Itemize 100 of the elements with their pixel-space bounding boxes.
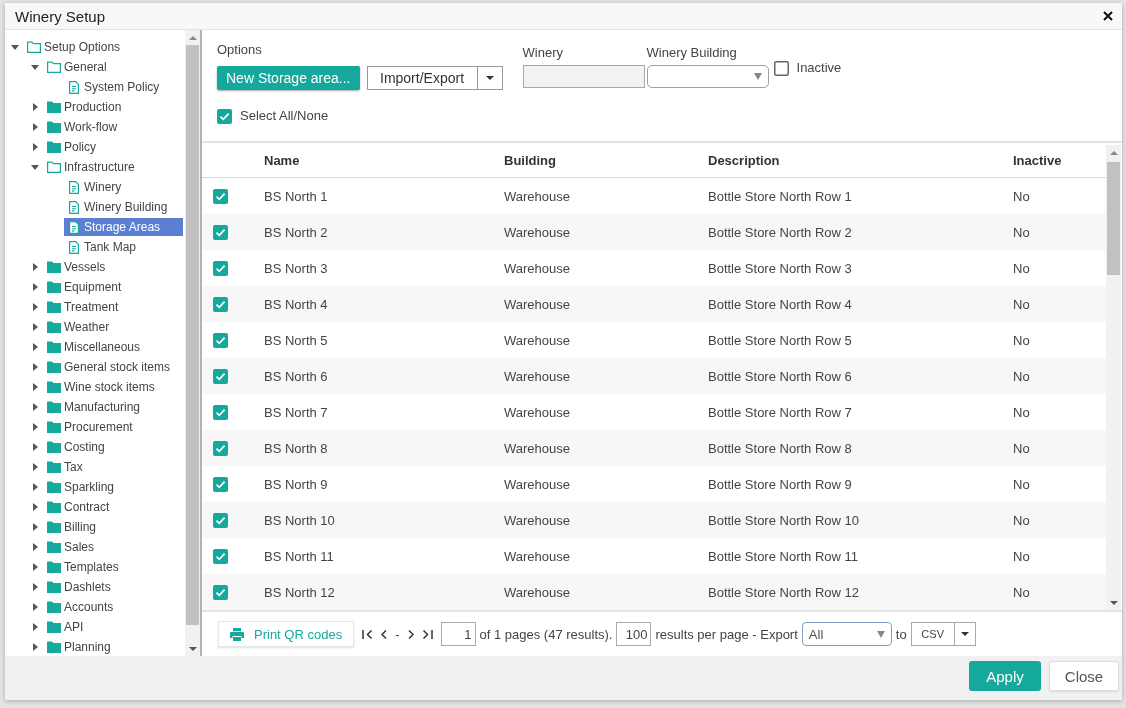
tree-item[interactable]: Contract — [44, 498, 183, 516]
export-scope-select[interactable]: All — [801, 622, 892, 646]
caret-right-icon[interactable] — [32, 603, 38, 611]
scroll-down-icon[interactable] — [188, 646, 197, 651]
tree-item[interactable]: Storage Areas — [64, 218, 183, 236]
checkbox[interactable] — [213, 548, 228, 564]
column-header[interactable]: Description — [708, 152, 780, 168]
tree-item[interactable]: Manufacturing — [44, 398, 183, 416]
next-page-icon[interactable] — [407, 628, 414, 640]
tree-item[interactable]: Vessels — [44, 258, 183, 276]
tree-item[interactable]: Miscellaneous — [44, 338, 183, 356]
tree-item[interactable]: Equipment — [44, 278, 183, 296]
caret-right-icon[interactable] — [32, 483, 38, 491]
caret-right-icon[interactable] — [32, 443, 38, 451]
tree-item[interactable]: Tank Map — [64, 238, 183, 256]
tree-item[interactable]: Production — [44, 98, 183, 116]
first-page-icon[interactable] — [362, 628, 374, 640]
tree-item[interactable]: Costing — [44, 438, 183, 456]
winery-building-select[interactable] — [646, 65, 769, 88]
close-icon[interactable] — [1103, 11, 1113, 21]
tree-item[interactable]: Sparkling — [44, 478, 183, 496]
caret-right-icon[interactable] — [32, 303, 38, 311]
tree-item[interactable]: Treatment — [44, 298, 183, 316]
table-cell: Bottle Store North Row 2 — [708, 224, 852, 240]
caret-right-icon[interactable] — [32, 323, 38, 331]
tree-item[interactable]: Infrastructure — [44, 158, 183, 176]
close-button[interactable]: Close — [1049, 661, 1119, 691]
tree-item[interactable]: Work-flow — [44, 118, 183, 136]
checkbox[interactable] — [213, 584, 228, 600]
caret-right-icon[interactable] — [32, 123, 38, 131]
column-header[interactable]: Name — [264, 152, 300, 168]
previous-page-icon[interactable] — [381, 628, 388, 640]
caret-right-icon[interactable] — [32, 143, 38, 151]
tree-item[interactable]: Billing — [44, 518, 183, 536]
column-header[interactable]: Inactive — [1013, 152, 1062, 168]
checkbox[interactable] — [213, 260, 228, 276]
column-header[interactable]: Building — [504, 152, 556, 168]
checkbox[interactable] — [213, 440, 228, 456]
caret-right-icon[interactable] — [32, 623, 38, 631]
caret-right-icon[interactable] — [32, 343, 38, 351]
last-page-icon[interactable] — [421, 628, 433, 640]
tree-item[interactable]: Planning — [44, 638, 183, 656]
caret-right-icon[interactable] — [32, 283, 38, 291]
tree-item[interactable]: Dashlets — [44, 578, 183, 596]
tree-item[interactable]: Winery Building — [64, 198, 183, 216]
caret-right-icon[interactable] — [32, 503, 38, 511]
checkbox[interactable] — [213, 188, 228, 204]
checkbox[interactable] — [213, 368, 228, 384]
checkbox[interactable] — [213, 296, 228, 312]
tree-item[interactable]: API — [44, 618, 183, 636]
tree-item[interactable]: General stock items — [44, 358, 183, 376]
folder-icon — [47, 421, 61, 433]
caret-right-icon[interactable] — [32, 643, 38, 651]
caret-right-icon[interactable] — [32, 523, 38, 531]
caret-right-icon[interactable] — [32, 263, 38, 271]
caret-right-icon[interactable] — [32, 103, 38, 111]
caret-right-icon[interactable] — [32, 543, 38, 551]
caret-right-icon[interactable] — [32, 583, 38, 591]
tree-item[interactable]: Weather — [44, 318, 183, 336]
tree-item[interactable]: Setup Options — [24, 38, 183, 56]
scrollbar[interactable] — [1106, 145, 1121, 610]
tree-item[interactable]: Policy — [44, 138, 183, 156]
caret-down-icon[interactable] — [31, 164, 39, 170]
tree-item[interactable]: Wine stock items — [44, 378, 183, 396]
caret-right-icon[interactable] — [32, 403, 38, 411]
per-page-input[interactable]: 100 — [616, 622, 652, 646]
caret-right-icon[interactable] — [32, 463, 38, 471]
checkbox[interactable] — [213, 476, 228, 492]
table-cell: Warehouse — [504, 260, 570, 276]
caret-down-icon[interactable] — [11, 44, 19, 50]
checkbox[interactable] — [213, 224, 228, 240]
scrollbar-thumb[interactable] — [186, 45, 199, 625]
caret-right-icon[interactable] — [32, 363, 38, 371]
page-input[interactable]: 1 — [440, 622, 476, 646]
checkbox[interactable] — [213, 332, 228, 348]
checkbox[interactable] — [213, 512, 228, 528]
checkbox[interactable] — [217, 108, 232, 124]
table-cell: No — [1013, 260, 1030, 276]
tree-item[interactable]: Procurement — [44, 418, 183, 436]
scroll-up-icon[interactable] — [188, 35, 197, 40]
dropdown-button[interactable] — [954, 622, 976, 646]
tree-item[interactable]: Templates — [44, 558, 183, 576]
caret-right-icon[interactable] — [32, 423, 38, 431]
tree-item[interactable]: Winery — [64, 178, 183, 196]
tree-item[interactable]: Sales — [44, 538, 183, 556]
caret-right-icon[interactable] — [32, 383, 38, 391]
scroll-up-icon[interactable] — [1109, 150, 1118, 155]
scroll-down-icon[interactable] — [1109, 600, 1118, 605]
tree-item[interactable]: General — [44, 58, 183, 76]
caret-down-icon[interactable] — [31, 64, 39, 70]
scrollbar-thumb[interactable] — [1107, 162, 1120, 275]
tree-item[interactable]: Tax — [44, 458, 183, 476]
export-format-button[interactable]: CSV — [910, 622, 955, 646]
import-export-button[interactable]: Import/Export — [366, 66, 478, 90]
tree-item[interactable]: Accounts — [44, 598, 183, 616]
checkbox[interactable] — [213, 404, 228, 420]
tree-item[interactable]: System Policy — [64, 78, 183, 96]
scrollbar[interactable] — [185, 30, 200, 656]
caret-right-icon[interactable] — [32, 563, 38, 571]
checkbox[interactable] — [773, 60, 789, 76]
